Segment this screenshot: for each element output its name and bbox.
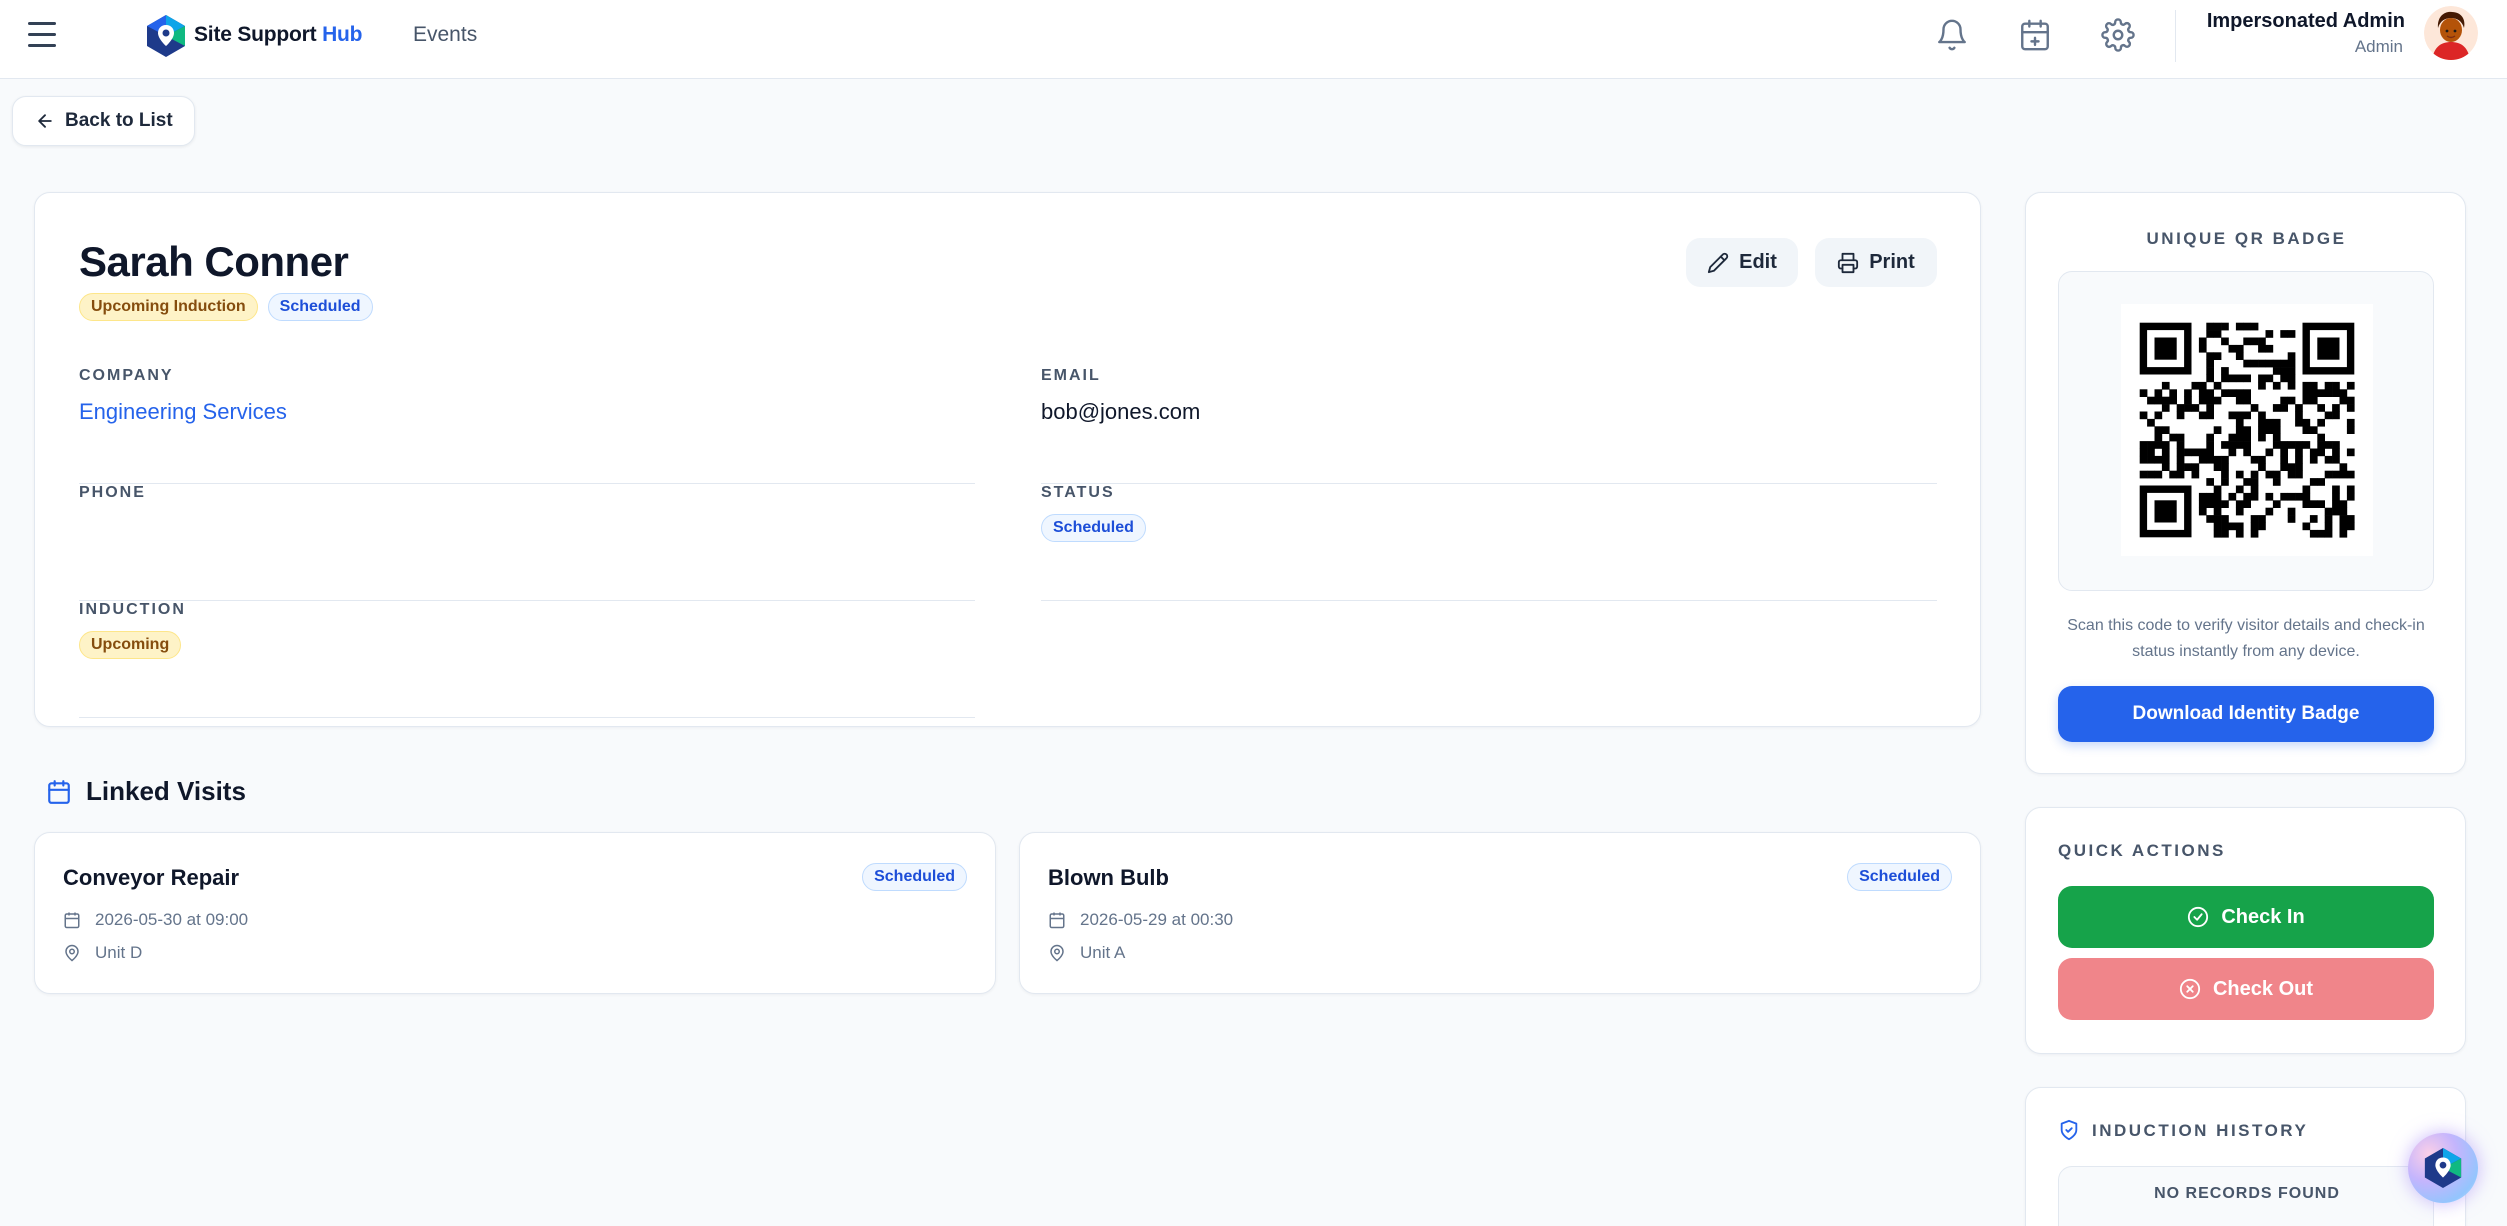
linked-visits-heading: Linked Visits: [46, 776, 246, 807]
top-bar: Site Support Hub Events Impersonated Adm…: [0, 0, 2507, 79]
company-link[interactable]: Engineering Services: [79, 399, 287, 425]
email-field: EMAIL bob@jones.com: [1041, 367, 1937, 484]
calendar-icon: [48, 779, 70, 804]
visit-card[interactable]: Blown Bulb Scheduled 2026-05-29 at 00:30…: [1019, 832, 1981, 994]
status-field: STATUS Scheduled: [1041, 484, 1937, 601]
email-value: bob@jones.com: [1041, 399, 1201, 424]
bell-icon[interactable]: [1935, 18, 1969, 52]
shield-check-icon: [2060, 1119, 2078, 1141]
induction-label: INDUCTION: [79, 601, 186, 618]
check-in-label: Check In: [2221, 905, 2305, 928]
empty-state-text: NO RECORDS FOUND: [2154, 1185, 2340, 1202]
calendar-plus-icon[interactable]: [2018, 18, 2052, 52]
visit-datetime-text: 2026-05-29 at 00:30: [1080, 910, 1234, 929]
x-circle-icon: [2179, 978, 2201, 1000]
avatar[interactable]: [2424, 6, 2478, 60]
logo-icon[interactable]: [145, 14, 187, 58]
status-label: STATUS: [1041, 484, 1115, 501]
qr-code-image: [2139, 322, 2355, 538]
visit-datetime: 2026-05-29 at 00:30: [1048, 910, 1233, 930]
check-out-label: Check Out: [2212, 977, 2314, 1000]
visitor-detail-card: Sarah Conner Upcoming Induction Schedule…: [34, 192, 1981, 727]
brand-name[interactable]: Site Support Hub: [194, 23, 363, 47]
induction-badge: Upcoming Induction: [79, 293, 258, 321]
assistant-fab-button[interactable]: [2408, 1133, 2478, 1203]
brand-accent: Hub: [322, 23, 363, 46]
qr-badge-title: UNIQUE QR BADGE: [2146, 229, 2347, 248]
visit-title: Conveyor Repair: [63, 865, 240, 890]
induction-history-card: INDUCTION HISTORY NO RECORDS FOUND: [2025, 1087, 2466, 1226]
calendar-icon: [1049, 912, 1065, 929]
induction-history-title: INDUCTION HISTORY: [2092, 1121, 2309, 1140]
check-in-button[interactable]: Check In: [2058, 886, 2434, 948]
induction-history-list: NO RECORDS FOUND: [2058, 1166, 2434, 1226]
visit-location: Unit D: [63, 943, 142, 963]
edit-label: Edit: [1739, 251, 1777, 273]
gear-icon[interactable]: [2101, 18, 2135, 52]
phone-label: PHONE: [79, 484, 146, 501]
status-value-badge: Scheduled: [1041, 514, 1146, 542]
visitor-badges: Upcoming Induction Scheduled: [79, 293, 373, 321]
check-out-button[interactable]: Check Out: [2058, 958, 2434, 1020]
company-field: COMPANY Engineering Services: [79, 367, 975, 484]
visit-status-badge: Scheduled: [862, 863, 967, 891]
qr-frame: [2058, 271, 2434, 591]
download-badge-button[interactable]: Download Identity Badge: [2058, 686, 2434, 742]
user-role: Admin: [2354, 37, 2403, 56]
menu-icon[interactable]: [28, 22, 58, 48]
logo-icon: [2424, 1147, 2462, 1189]
visit-location-text: Unit A: [1080, 943, 1126, 962]
check-circle-icon: [2188, 906, 2209, 928]
visit-location-text: Unit D: [95, 943, 143, 962]
visit-location: Unit A: [1048, 943, 1125, 963]
nav-events-link[interactable]: Events: [413, 23, 477, 47]
phone-field: PHONE: [79, 484, 975, 601]
status-badge: Scheduled: [267, 293, 373, 321]
induction-field: INDUCTION Upcoming: [79, 601, 975, 718]
qr-badge-card: UNIQUE QR BADGE Scan this code to verify…: [2025, 192, 2466, 774]
quick-actions-card: QUICK ACTIONS Check In Check Out: [2025, 807, 2466, 1054]
printer-icon: [1838, 252, 1859, 273]
visit-title: Blown Bulb: [1048, 865, 1169, 890]
quick-actions-title: QUICK ACTIONS: [2058, 841, 2226, 860]
user-name: Impersonated Admin: [2206, 10, 2405, 32]
header-divider: [2175, 10, 2176, 62]
qr-description: Scan this code to verify visitor details…: [2067, 617, 2425, 660]
visit-datetime-text: 2026-05-30 at 09:00: [95, 910, 249, 929]
visit-datetime: 2026-05-30 at 09:00: [63, 910, 248, 930]
calendar-icon: [64, 912, 80, 929]
company-label: COMPANY: [79, 367, 174, 384]
visit-status-badge: Scheduled: [1847, 863, 1952, 891]
pencil-icon: [1708, 252, 1729, 273]
linked-visits-title: Linked Visits: [86, 776, 246, 806]
back-to-list-button[interactable]: Back to List: [12, 96, 195, 146]
print-label: Print: [1869, 251, 1915, 273]
map-pin-icon: [65, 944, 79, 962]
qr-code: [2121, 304, 2373, 556]
induction-value-badge: Upcoming: [79, 631, 182, 659]
visit-card[interactable]: Conveyor Repair Scheduled 2026-05-30 at …: [34, 832, 996, 994]
email-label: EMAIL: [1041, 367, 1101, 384]
brand-main: Site Support: [194, 23, 317, 46]
back-label: Back to List: [65, 110, 173, 131]
visitor-name: Sarah Conner: [79, 238, 349, 285]
map-pin-icon: [1050, 944, 1064, 962]
arrow-left-icon: [38, 114, 52, 128]
print-button[interactable]: Print: [1815, 238, 1937, 287]
edit-button[interactable]: Edit: [1686, 238, 1798, 287]
